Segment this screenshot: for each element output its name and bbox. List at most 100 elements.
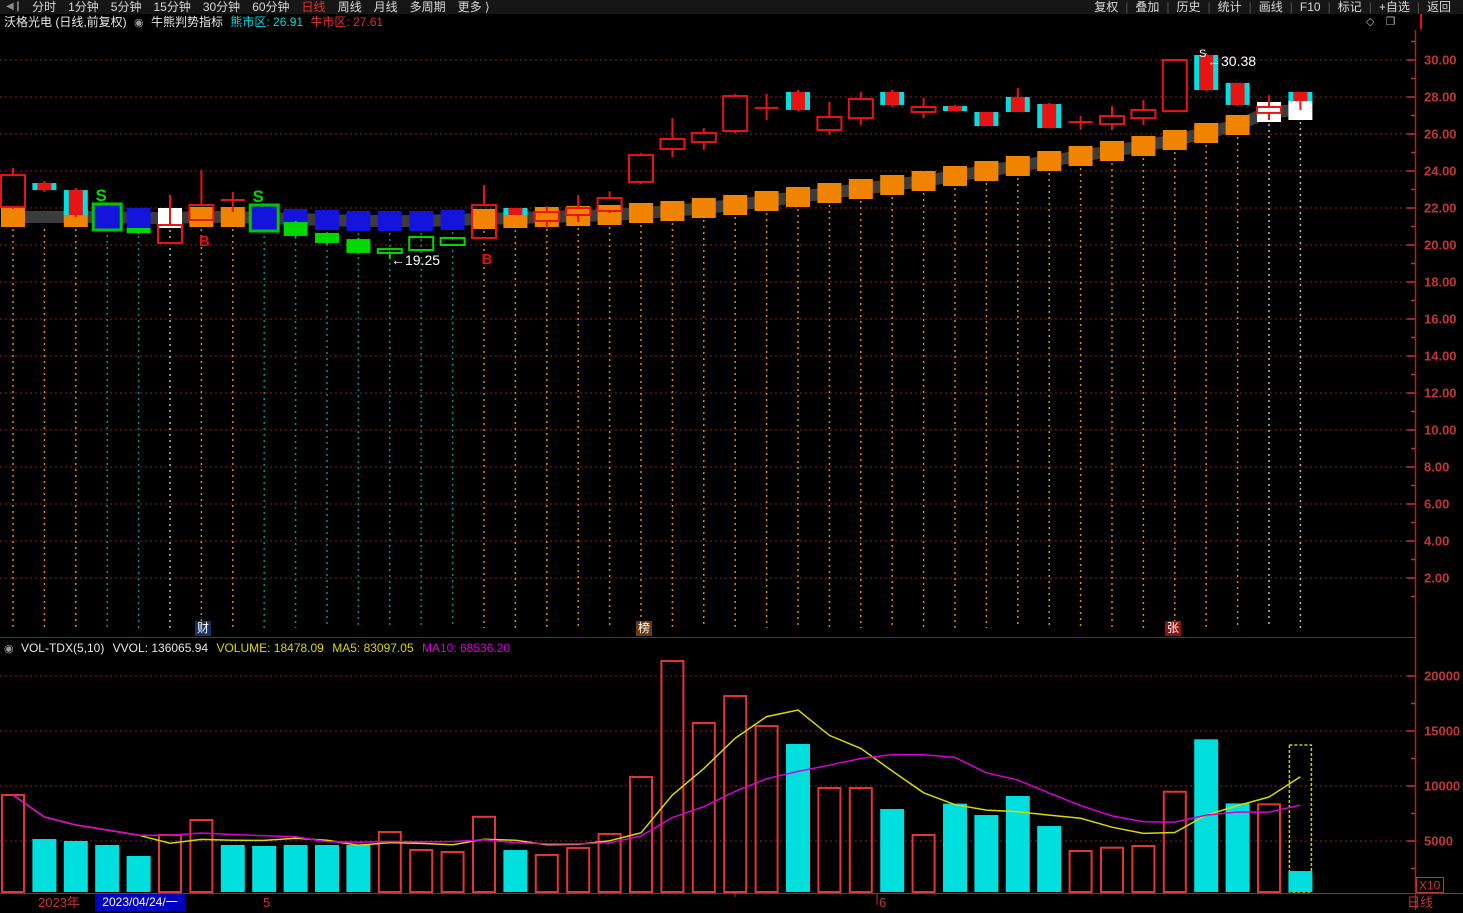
volume-bar-up [536, 855, 558, 892]
orange-square [849, 179, 873, 199]
volume-bar-down [127, 856, 151, 892]
volume-bar-down [1037, 826, 1061, 892]
orange-square [1, 207, 25, 227]
volume-indicator-header: ◉ VOL-TDX(5,10) VVOL: 136065.94 VOLUME: … [4, 640, 515, 657]
candle-body [979, 112, 993, 126]
volume-bar-partial [1288, 871, 1312, 892]
volume-bar-up [661, 661, 683, 892]
chart-text: B [199, 233, 210, 250]
orange-square [974, 161, 998, 181]
timeline-period-label[interactable]: 日线 [1407, 894, 1433, 912]
chart-text: 20.00 [1424, 238, 1457, 253]
chart-text: 30.00 [1424, 53, 1457, 68]
chart-text: 16.00 [1424, 312, 1457, 327]
candle-body [284, 222, 308, 236]
vvol-label: VVOL: [113, 641, 148, 655]
hollow-candle-body [1131, 110, 1155, 118]
hollow-candle-body [912, 107, 936, 112]
chart-marker-张[interactable]: 张 [1165, 621, 1181, 636]
chart-marker-财[interactable]: 财 [195, 621, 211, 636]
chart-text: 2.00 [1424, 571, 1449, 586]
volume-bar-down [974, 815, 998, 892]
volume-indicator-name: VOL-TDX(5,10) [21, 641, 104, 655]
timeline-month-5: 5 [263, 894, 270, 912]
chart-text: 24.00 [1424, 164, 1457, 179]
volume-bar-down [95, 845, 119, 892]
hollow-candle-body [817, 117, 841, 130]
orange-square [1131, 136, 1155, 156]
blue-square [409, 211, 433, 231]
chart-text: 26.00 [1424, 127, 1457, 142]
hollow-candle-body [1, 175, 25, 207]
chart-text: 12.00 [1424, 386, 1457, 401]
candle-body [315, 233, 339, 243]
volume-bar-down [221, 845, 245, 892]
orange-square [692, 198, 716, 218]
orange-square [786, 187, 810, 207]
hollow-candle-body [1100, 116, 1124, 124]
volume-bar-up [724, 696, 746, 892]
orange-square [723, 195, 747, 215]
chart-text: 28.00 [1424, 90, 1457, 105]
app-window: ◀❙ 分时1分钟5分钟15分钟30分钟60分钟日线周线月线多周期更多 ⟩ 复权|… [0, 0, 1463, 913]
hollow-candle-body [1163, 60, 1187, 111]
volume-bar-down [943, 804, 967, 892]
volume-bar-down [32, 839, 56, 892]
candle-body [69, 190, 83, 215]
timeline-bar[interactable]: 2023年 2023/04/24/一 5 6 日线 [0, 894, 1463, 913]
volume-bar-down [1226, 803, 1250, 892]
timeline-year-label: 2023年 [38, 894, 80, 912]
volume-bar-down [1006, 796, 1030, 892]
candle-body [948, 106, 962, 111]
blue-square [127, 208, 151, 228]
orange-square [472, 209, 496, 229]
volume-dropdown-icon[interactable]: ◉ [4, 643, 14, 655]
volume-value: 18478.09 [274, 641, 324, 655]
orange-square [755, 191, 779, 211]
blue-square [378, 211, 402, 231]
volume-bar-up [1164, 792, 1186, 892]
volume-ma5-line [13, 710, 1300, 845]
candle-body [1231, 83, 1245, 105]
ma5-value: 83097.05 [364, 641, 414, 655]
volume-bar-up [818, 788, 840, 892]
volume-bar-up [1070, 851, 1092, 892]
candle-body [885, 92, 899, 105]
chart-text: B [482, 251, 493, 268]
hollow-candle-body [660, 139, 684, 149]
chart-text: 22.00 [1424, 201, 1457, 216]
ma5-label: MA5: [332, 641, 360, 655]
candle-body [508, 208, 522, 215]
volume-bar-down [252, 846, 276, 892]
timeline-selected-date: 2023/04/24/一 [95, 894, 185, 911]
volume-bar-up [473, 817, 495, 892]
chart-text: S [1199, 48, 1206, 60]
orange-square [189, 207, 213, 227]
chart-marker-榜[interactable]: 榜 [636, 621, 652, 636]
volume-ma10-line [13, 755, 1300, 844]
volume-bar-up [567, 848, 589, 892]
volume-bar-down [786, 744, 810, 892]
candle-body [1042, 104, 1056, 128]
hollow-candle-body [409, 237, 433, 250]
orange-square [912, 171, 936, 191]
timeline-month-6: 6 [879, 894, 886, 912]
volume-bar-up [756, 726, 778, 892]
orange-square [629, 203, 653, 223]
volume-bar-up [1132, 846, 1154, 892]
candle-body [1011, 97, 1025, 112]
vvol-value: 136065.94 [151, 641, 208, 655]
volume-bar-up [1101, 848, 1123, 892]
chart-text: 5000 [1424, 834, 1453, 849]
chart-canvas[interactable]: 30.0028.0026.0024.0022.0020.0018.0016.00… [0, 0, 1463, 913]
orange-square [1163, 130, 1187, 150]
orange-square [1226, 115, 1250, 135]
orange-square [1037, 151, 1061, 171]
volume-bar-up [2, 795, 24, 892]
chart-text: X10 [1419, 879, 1441, 893]
volume-bar-down [284, 845, 308, 892]
candle-body [127, 228, 151, 233]
candle-body [791, 92, 805, 110]
chart-text: 4.00 [1424, 534, 1449, 549]
chart-text: 15000 [1424, 724, 1460, 739]
